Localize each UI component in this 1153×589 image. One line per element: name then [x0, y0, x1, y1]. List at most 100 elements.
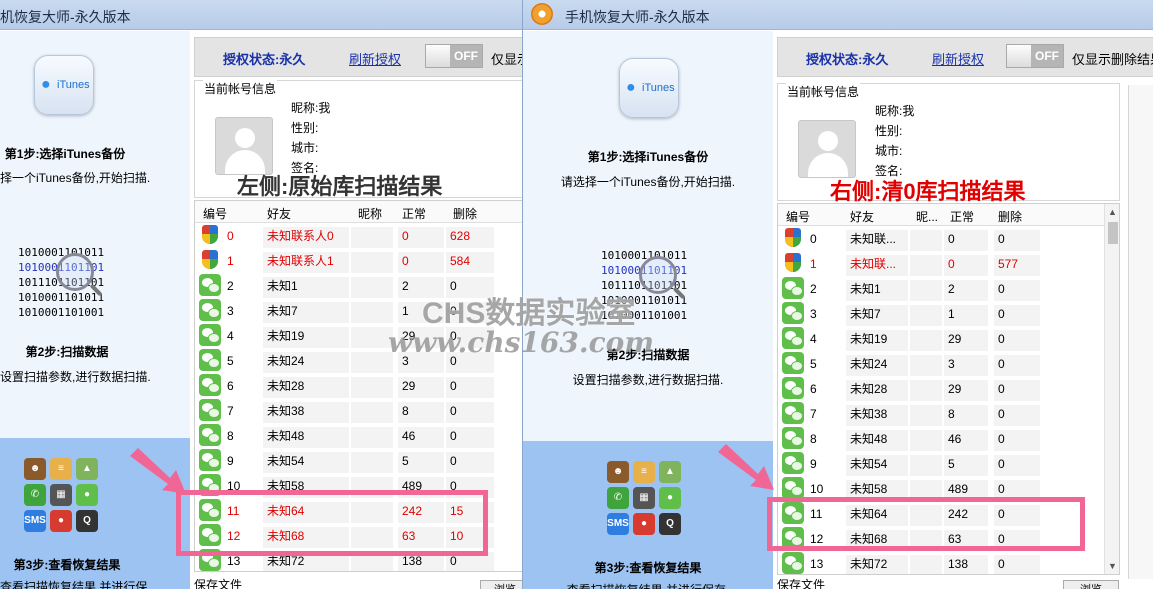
cell-normal: 1: [944, 305, 988, 326]
cell-id: 9: [810, 457, 817, 471]
left-window-title: 机恢复大师-永久版本: [0, 9, 131, 25]
cell-friend: 未知28: [263, 377, 349, 398]
table-row[interactable]: 13 未知72 138 0: [778, 551, 1119, 574]
sms-icon: SMS: [607, 513, 629, 535]
cell-nick: [351, 352, 393, 373]
only-deleted-toggle[interactable]: OFF: [425, 44, 483, 68]
left-save-label: 保存文件: [194, 578, 243, 589]
table-row[interactable]: 4 未知19 29 0: [778, 326, 1119, 351]
table-row[interactable]: 6 未知28 29 0: [778, 376, 1119, 401]
cell-normal: 0: [398, 227, 444, 248]
table-row[interactable]: 1 未知联系人1 0 584: [195, 248, 522, 273]
cell-friend: 未知7: [263, 302, 349, 323]
table-row[interactable]: 0 未知联系人0 0 628: [195, 223, 522, 248]
cell-normal: 5: [398, 452, 444, 473]
table-row[interactable]: 9 未知54 5 0: [195, 448, 522, 473]
only-show-label: 仅显示删除结果: [1072, 52, 1153, 67]
cell-id: 0: [227, 229, 234, 243]
cell-nick: [351, 277, 393, 298]
cell-nick: [351, 327, 393, 348]
cell-id: 1: [810, 257, 817, 271]
cell-deleted: 0: [994, 355, 1040, 376]
right-save-label: 保存文件: [777, 578, 826, 589]
table-header: 编号 好友 昵... 正常 删除: [778, 204, 1119, 226]
cell-deleted: 0: [446, 427, 494, 448]
contacts-icon: ☻: [607, 461, 629, 483]
contacts-icon: ☻: [24, 458, 46, 480]
wechat-icon: [782, 302, 804, 324]
cell-deleted: 0: [994, 280, 1040, 301]
sms-icon: SMS: [24, 510, 46, 532]
cell-deleted: 0: [994, 430, 1040, 451]
account-fields: 昵称:我 性别: 城市: 签名:: [875, 104, 915, 178]
shield-icon: [785, 228, 801, 247]
table-row[interactable]: 8 未知48 46 0: [195, 423, 522, 448]
microphone-icon: ●: [50, 510, 72, 532]
step1-title: 第1步:选择iTunes备份: [4, 147, 126, 161]
cell-friend: 未知1: [263, 277, 349, 298]
table-row[interactable]: 3 未知7 1 0: [778, 301, 1119, 326]
cell-deleted: 0: [994, 555, 1040, 574]
only-deleted-toggle[interactable]: OFF: [1006, 44, 1064, 68]
cell-id: 4: [227, 329, 234, 343]
cell-deleted: 0: [994, 230, 1040, 251]
cell-friend: 未知72: [846, 555, 908, 574]
cell-id: 8: [227, 429, 234, 443]
cell-deleted: 0: [994, 380, 1040, 401]
table-row[interactable]: 0 未知联... 0 0: [778, 226, 1119, 251]
wechat-icon: [782, 452, 804, 474]
cell-normal: 29: [398, 377, 444, 398]
cell-normal: 46: [944, 430, 988, 451]
right-browse-button[interactable]: 浏览: [1063, 580, 1119, 589]
left-title-bar: 机恢复大师-永久版本: [0, 0, 522, 30]
cell-friend: 未知48: [846, 430, 908, 451]
right-title-bar: 手机恢复大师-永久版本: [523, 0, 1153, 30]
cell-nick: [910, 230, 942, 251]
avatar: [798, 120, 856, 178]
refresh-auth-link[interactable]: 刷新授权: [349, 49, 401, 68]
step3-desc: 查看扫描恢复结果,并进行保存.: [523, 581, 773, 589]
cell-id: 6: [810, 382, 817, 396]
cell-friend: 未知联系人0: [263, 227, 349, 248]
cell-id: 3: [810, 307, 817, 321]
cell-nick: [351, 252, 393, 273]
apple-icon: ●: [41, 76, 51, 93]
account-fields: 昵称:我 性别: 城市: 签名:: [291, 101, 331, 175]
cell-friend: 未知19: [846, 330, 908, 351]
magnifier-icon: [56, 253, 94, 291]
table-row[interactable]: 9 未知54 5 0: [778, 451, 1119, 476]
table-row[interactable]: 7 未知38 8 0: [778, 401, 1119, 426]
qq-icon: Q: [76, 510, 98, 532]
itunes-icon[interactable]: ● iTunes: [34, 55, 94, 115]
table-row[interactable]: 8 未知48 46 0: [778, 426, 1119, 451]
cell-normal: 3: [944, 355, 988, 376]
cell-friend: 未知19: [263, 327, 349, 348]
step3-desc: 查看扫描恢复结果,并进行保存.: [0, 580, 148, 589]
itunes-icon[interactable]: ● iTunes: [619, 58, 679, 118]
wechat-icon: [199, 424, 221, 446]
table-row[interactable]: 7 未知38 8 0: [195, 398, 522, 423]
step2-title: 第2步:扫描数据: [25, 345, 109, 359]
cell-nick: [910, 255, 942, 276]
cell-normal: 2: [944, 280, 988, 301]
step1-title: 第1步:选择iTunes备份: [587, 150, 709, 164]
left-browse-button[interactable]: 浏览: [480, 580, 522, 589]
table-row[interactable]: 6 未知28 29 0: [195, 373, 522, 398]
table-row[interactable]: 5 未知24 3 0: [778, 351, 1119, 376]
cell-friend: 未知联...: [846, 255, 908, 276]
wechat-icon: [782, 377, 804, 399]
cell-friend: 未知54: [846, 455, 908, 476]
cell-deleted: 0: [994, 455, 1040, 476]
wechat-icon: [782, 477, 804, 499]
refresh-auth-link[interactable]: 刷新授权: [932, 49, 984, 68]
table-row[interactable]: 1 未知联... 0 577: [778, 251, 1119, 276]
scroll-up-icon[interactable]: ▲: [1108, 207, 1117, 217]
cell-normal: 0: [944, 230, 988, 251]
cell-friend: 未知28: [846, 380, 908, 401]
cell-friend: 未知38: [263, 402, 349, 423]
wechat-icon: [199, 299, 221, 321]
wechat-icon: [782, 402, 804, 424]
cell-friend: 未知联系人1: [263, 252, 349, 273]
table-row[interactable]: 2 未知1 2 0: [778, 276, 1119, 301]
shield-icon: [785, 253, 801, 272]
